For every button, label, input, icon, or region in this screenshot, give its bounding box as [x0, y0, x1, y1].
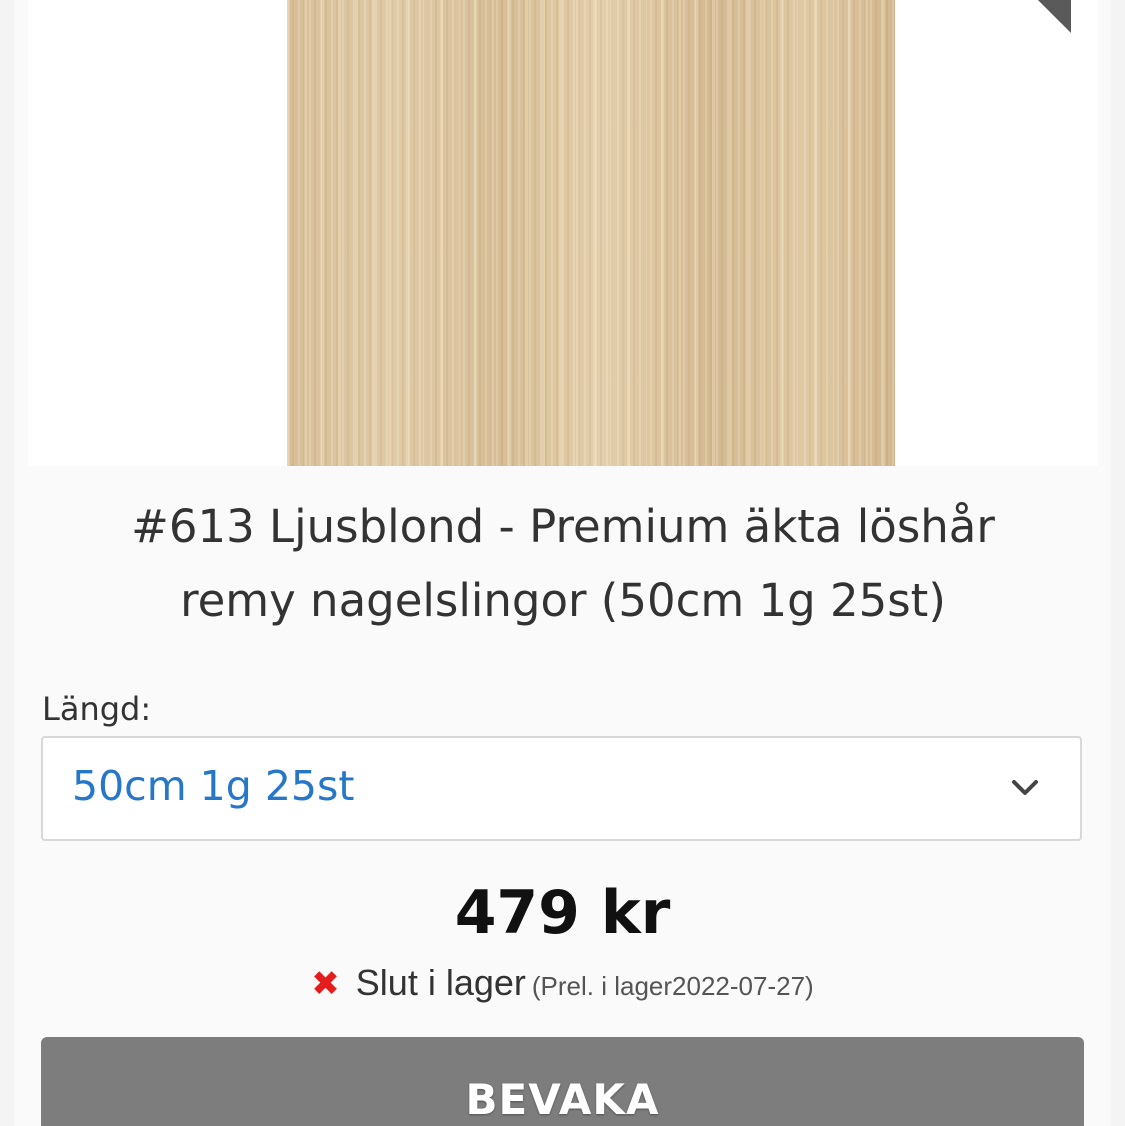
price: 479 kr — [454, 878, 671, 948]
x-icon: ✖ — [311, 964, 340, 1004]
hair-swatch-image[interactable] — [287, 0, 895, 466]
product-title: #613 Ljusblond - Premium äkta löshår rem… — [28, 490, 1098, 638]
product-title-line-1: #613 Ljusblond - Premium äkta löshår — [131, 500, 995, 553]
restock-date: (Prel. i lager2022-07-27) — [531, 971, 814, 1001]
product-page: er #613 Ljusblond - Premium äkta löshår … — [0, 0, 1125, 1126]
watch-button[interactable]: BEVAKA — [41, 1037, 1084, 1126]
corner-ribbon: er — [911, 0, 1071, 142]
stock-status: ✖ Slut i lager (Prel. i lager2022-07-27) — [0, 962, 1125, 1004]
chevron-down-icon — [1012, 780, 1038, 795]
length-select[interactable]: 50cm 1g 25st — [41, 736, 1082, 841]
length-select-value: 50cm 1g 25st — [72, 762, 355, 810]
stock-status-text: Slut i lager — [355, 962, 526, 1003]
product-image-area[interactable]: er — [28, 0, 1098, 466]
length-label: Längd: — [42, 690, 152, 728]
product-title-line-2: remy nagelslingor (50cm 1g 25st) — [180, 574, 946, 627]
